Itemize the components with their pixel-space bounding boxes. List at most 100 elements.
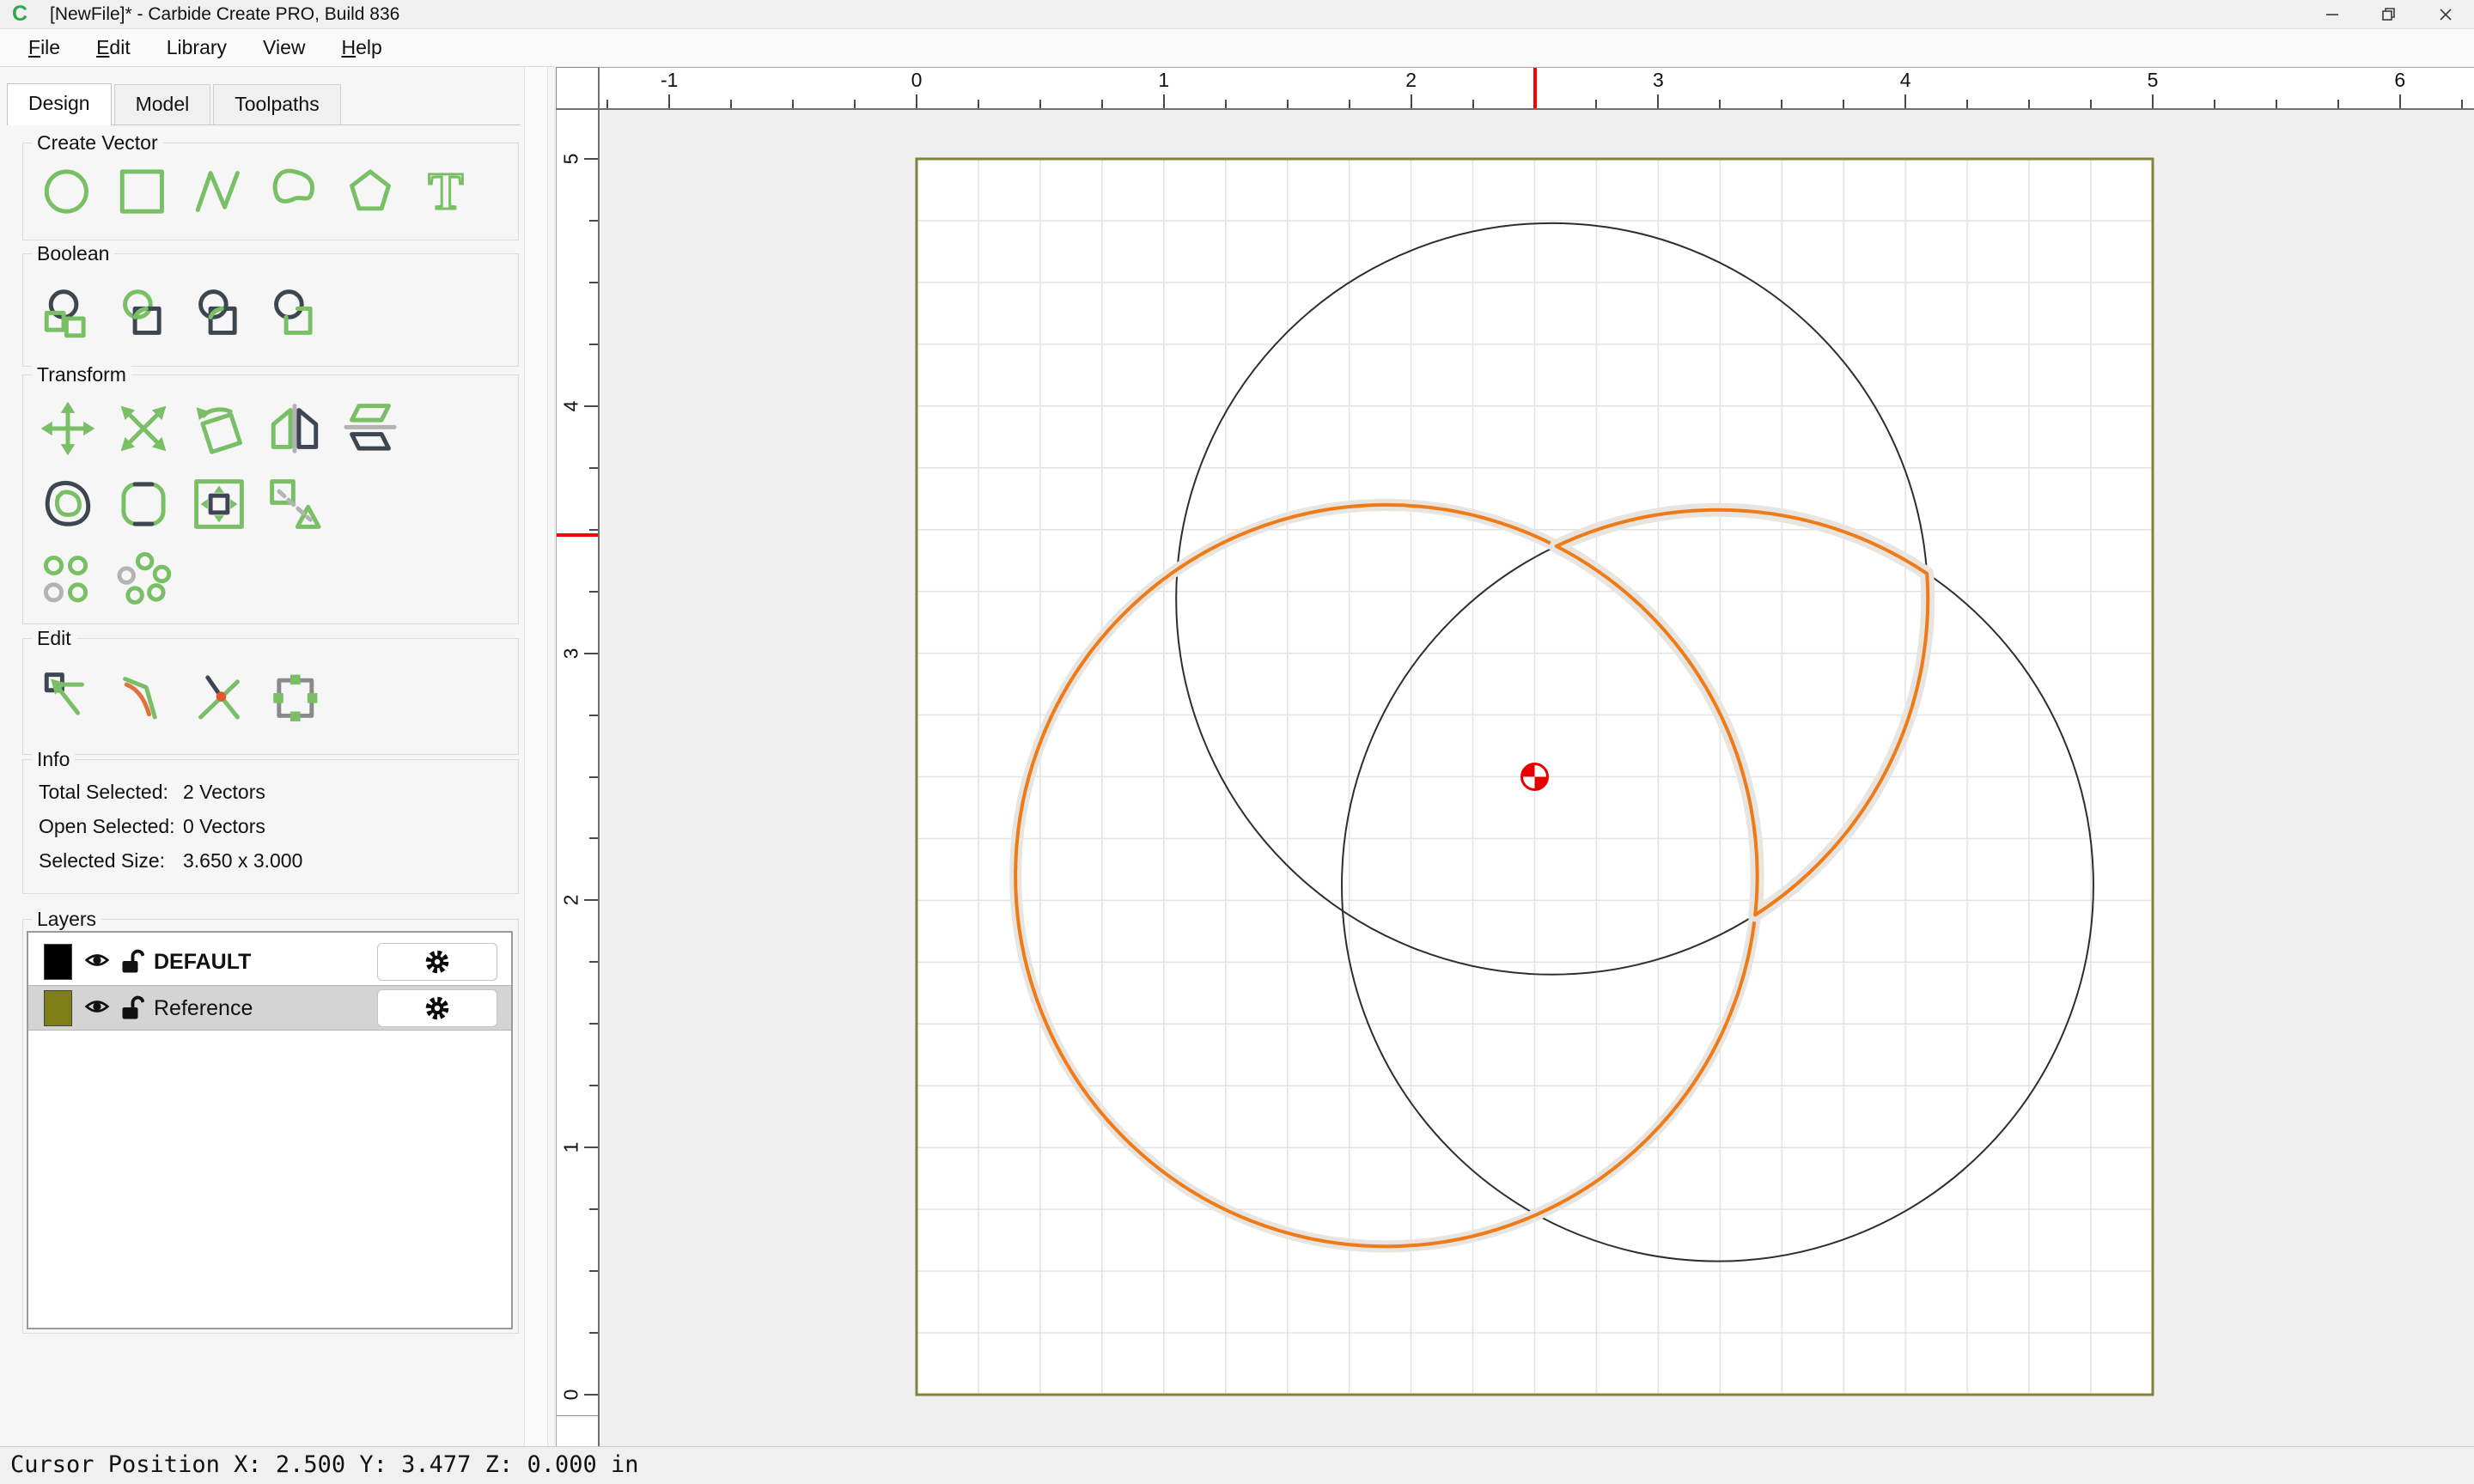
v-ruler-tick — [589, 281, 598, 283]
h-ruler-tick — [2152, 94, 2154, 108]
boolean-cut-tool[interactable] — [260, 280, 329, 349]
h-ruler-tick — [606, 100, 609, 108]
job-origin-marker[interactable] — [1520, 763, 1549, 791]
h-ruler-tick — [1286, 100, 1289, 108]
menu-file[interactable]: File — [10, 36, 78, 59]
h-ruler-label: 0 — [911, 69, 923, 91]
layer-settings-button[interactable] — [377, 943, 497, 981]
layer-settings-button[interactable] — [377, 989, 497, 1027]
boolean-subtract-tool[interactable] — [185, 280, 253, 349]
v-ruler-tick — [589, 837, 598, 840]
round-corners-tool[interactable] — [109, 470, 178, 538]
rectangle-tool[interactable] — [109, 157, 178, 226]
title-bar: C [NewFile]* - Carbide Create PRO, Build… — [0, 0, 2474, 29]
v-ruler-tick — [589, 528, 598, 531]
curve-edit-tool[interactable] — [109, 663, 178, 732]
layers-section: Layers DEFAULT Reference — [22, 908, 519, 1334]
section-title: Info — [32, 748, 76, 771]
horizontal-ruler: -1 0 1 2 3 4 5 6 — [600, 67, 2474, 110]
h-ruler-tick — [1595, 100, 1598, 108]
window-title: [NewFile]* - Carbide Create PRO, Build 8… — [50, 4, 400, 24]
v-ruler-tick — [589, 961, 598, 964]
node-edit-tool[interactable] — [34, 663, 102, 732]
text-tool[interactable]: T — [411, 157, 480, 226]
circle-tool[interactable] — [34, 157, 102, 226]
v-ruler-tick — [584, 899, 598, 902]
restore-button[interactable] — [2361, 0, 2417, 29]
trim-vectors-tool[interactable] — [185, 663, 253, 732]
h-ruler-label: 6 — [2394, 69, 2406, 91]
tab-toolpaths[interactable]: Toolpaths — [213, 84, 341, 125]
layer-visibility-eye-icon[interactable] — [84, 997, 110, 1016]
mirror-horizontal-tool[interactable] — [260, 394, 329, 463]
menu-edit[interactable]: Edit — [78, 36, 149, 59]
boolean-section: Boolean — [22, 242, 519, 367]
layer-unlock-icon[interactable] — [121, 994, 144, 1020]
layer-color-swatch[interactable] — [44, 990, 72, 1026]
layer-color-swatch[interactable] — [44, 944, 72, 980]
boolean-union-tool[interactable] — [34, 280, 102, 349]
layer-name: DEFAULT — [154, 950, 252, 974]
v-ruler-tick — [589, 1332, 598, 1335]
h-ruler-label: 2 — [1405, 69, 1417, 91]
info-total-selected: Total Selected: 2 Vectors — [39, 781, 265, 803]
h-ruler-tick — [1657, 94, 1660, 108]
inset-tool[interactable] — [185, 470, 253, 538]
design-canvas[interactable] — [600, 110, 2474, 1446]
h-ruler-tick — [1904, 94, 1907, 108]
v-ruler-tick — [584, 1146, 598, 1149]
info-section: Info Total Selected: 2 Vectors Open Selec… — [22, 748, 519, 894]
info-open-selected: Open Selected: 0 Vectors — [39, 815, 265, 837]
layer-visibility-eye-icon[interactable] — [84, 951, 110, 970]
mode-tab-bar: Design Model Toolpaths — [7, 79, 521, 125]
rotate-tool[interactable] — [185, 394, 253, 463]
h-ruler-tick — [977, 100, 979, 108]
circular-array-tool[interactable] — [109, 545, 178, 614]
transform-section: Transform — [22, 363, 519, 624]
align-tool[interactable] — [260, 470, 329, 538]
menu-view[interactable]: View — [245, 36, 323, 59]
layer-name: Reference — [154, 996, 253, 1020]
flip-vertical-tool[interactable] — [336, 394, 405, 463]
panel-scroll-gutter[interactable] — [524, 67, 548, 1447]
gear-icon — [425, 950, 449, 974]
h-ruler-tick — [2028, 100, 2031, 108]
resize-handles-tool[interactable] — [260, 663, 329, 732]
scale-tool[interactable] — [109, 394, 178, 463]
v-ruler-tick — [584, 158, 598, 160]
layer-row-reference[interactable]: Reference — [28, 985, 511, 1031]
v-ruler-tick — [589, 1270, 598, 1273]
h-ruler-tick — [1410, 94, 1412, 108]
h-ruler-tick — [1843, 100, 1845, 108]
h-ruler-tick — [2213, 100, 2215, 108]
grid-array-tool[interactable] — [34, 545, 102, 614]
offset-path-tool[interactable] — [34, 470, 102, 538]
curve-tool[interactable] — [260, 157, 329, 226]
move-tool[interactable] — [34, 394, 102, 463]
layer-unlock-icon[interactable] — [121, 948, 144, 974]
h-ruler-tick — [1966, 100, 1969, 108]
v-ruler-tick — [589, 466, 598, 469]
h-ruler-label: 1 — [1158, 69, 1170, 91]
minimize-button[interactable] — [2304, 0, 2361, 29]
tab-model[interactable]: Model — [113, 84, 211, 125]
v-ruler-label: 4 — [559, 400, 582, 412]
v-ruler-tick — [589, 1085, 598, 1087]
status-bar: Cursor Position X: 2.500 Y: 3.477 Z: 0.0… — [0, 1446, 2474, 1484]
menu-help[interactable]: Help — [323, 36, 399, 59]
close-button[interactable] — [2417, 0, 2474, 29]
boolean-intersection-tool[interactable] — [109, 280, 178, 349]
edit-section: Edit — [22, 627, 519, 755]
tab-design[interactable]: Design — [7, 83, 112, 125]
h-ruler-tick — [1781, 100, 1783, 108]
section-title: Boolean — [32, 242, 115, 265]
layer-row-default[interactable]: DEFAULT — [28, 940, 511, 985]
ruler-cursor-x-indicator — [1533, 68, 1537, 108]
polyline-tool[interactable] — [185, 157, 253, 226]
menu-library[interactable]: Library — [149, 36, 245, 59]
h-ruler-label: 4 — [1899, 69, 1911, 91]
polygon-tool[interactable] — [336, 157, 405, 226]
v-ruler-tick — [589, 219, 598, 222]
ruler-cursor-y-indicator — [557, 533, 598, 538]
v-ruler-tick — [589, 1208, 598, 1211]
